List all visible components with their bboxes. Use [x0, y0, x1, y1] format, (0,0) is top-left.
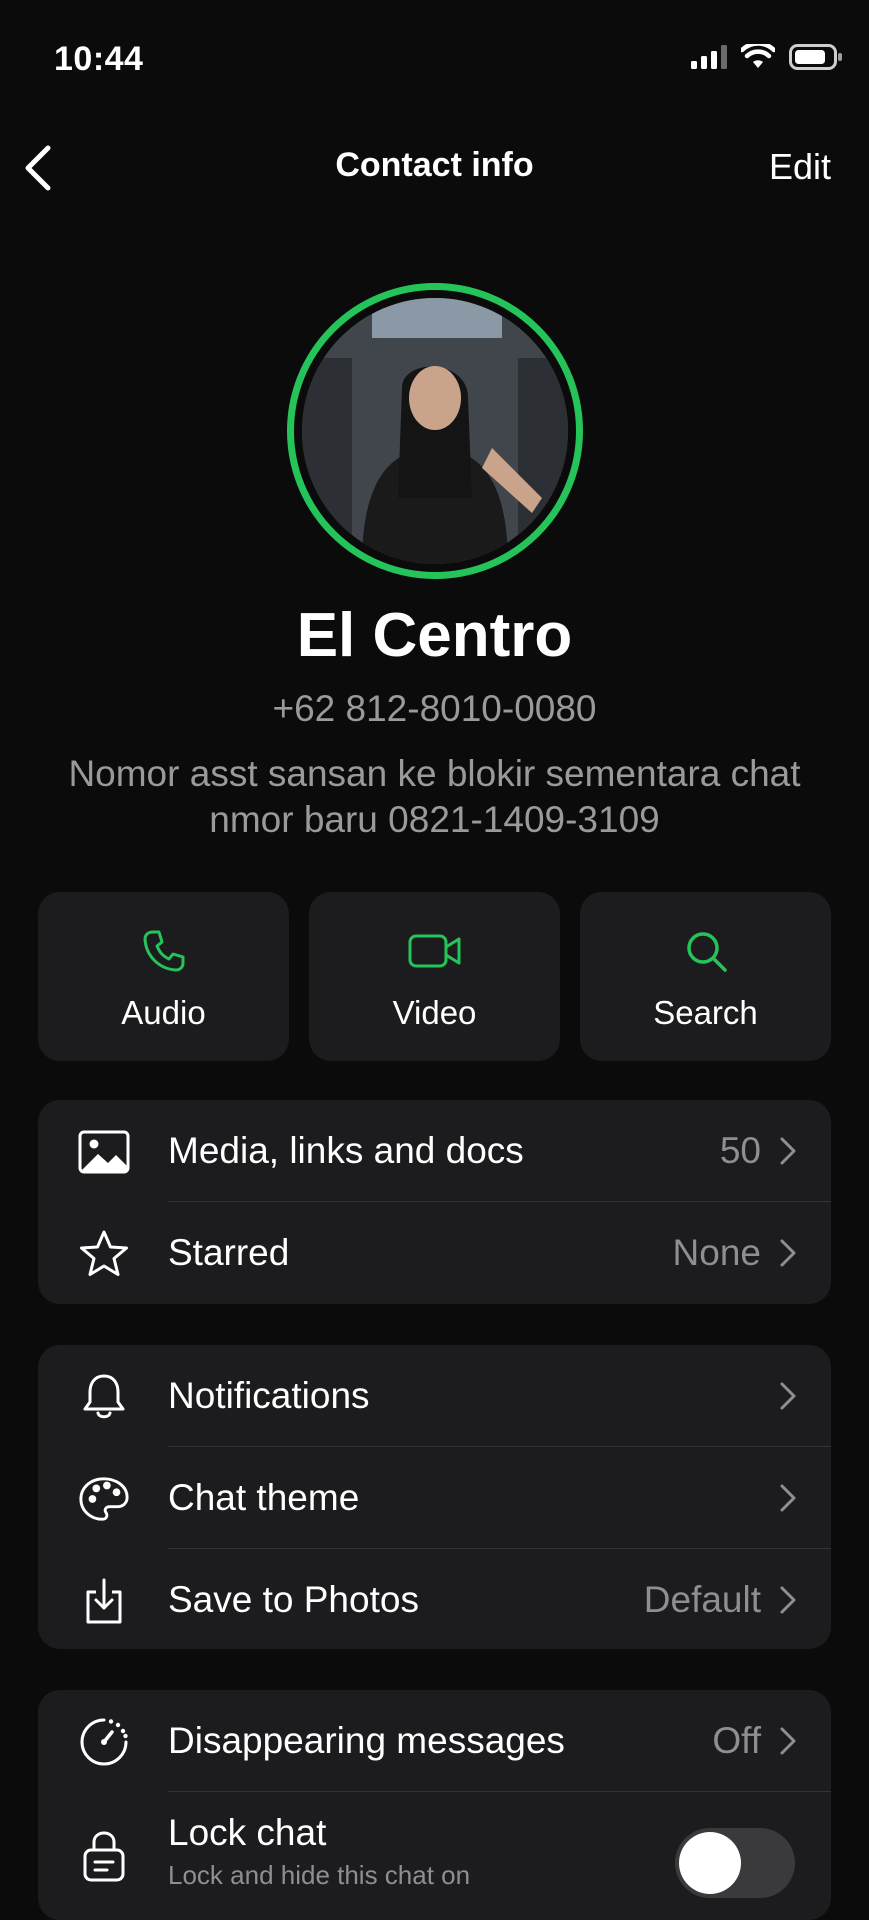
starred-row[interactable]: Starred None	[38, 1202, 831, 1304]
settings-group: Notifications Chat theme Save to Photos	[38, 1345, 831, 1649]
audio-call-button[interactable]: Audio	[38, 892, 289, 1061]
status-icons	[691, 44, 843, 70]
media-count: 50	[719, 1130, 761, 1171]
save-to-photos-row[interactable]: Save to Photos Default	[38, 1549, 831, 1649]
video-call-button[interactable]: Video	[309, 892, 560, 1061]
phone-icon	[143, 930, 184, 972]
contact-phone: +62 812-8010-0080	[272, 688, 597, 729]
notifications-row[interactable]: Notifications	[38, 1345, 831, 1447]
disappearing-messages-value: Off	[712, 1720, 761, 1761]
chat-theme-label: Chat theme	[168, 1477, 360, 1518]
status-time: 10:44	[54, 40, 144, 78]
chat-theme-row[interactable]: Chat theme	[38, 1447, 831, 1549]
avatar-photo-art	[302, 298, 568, 564]
palette-icon	[79, 1477, 129, 1521]
search-label: Search	[653, 994, 758, 1031]
contact-name: El Centro	[296, 601, 573, 670]
timer-icon	[80, 1718, 128, 1766]
search-button[interactable]: Search	[580, 892, 831, 1061]
starred-label: Starred	[168, 1232, 290, 1273]
search-icon	[686, 932, 727, 972]
save-to-photos-label: Save to Photos	[168, 1579, 419, 1620]
audio-label: Audio	[121, 994, 206, 1031]
disappearing-messages-label: Disappearing messages	[168, 1720, 565, 1761]
edit-button[interactable]: Edit	[769, 146, 831, 188]
video-label: Video	[392, 994, 477, 1031]
chevron-right-icon	[780, 1484, 796, 1512]
notifications-label: Notifications	[168, 1375, 370, 1416]
disappearing-messages-row[interactable]: Disappearing messages Off	[38, 1690, 831, 1792]
chevron-right-icon	[780, 1239, 796, 1267]
media-links-docs-label: Media, links and docs	[168, 1130, 524, 1171]
star-icon	[80, 1230, 128, 1276]
wifi-icon	[741, 44, 775, 68]
lock-icon	[83, 1831, 125, 1882]
privacy-group: Disappearing messages Off Lock chat Lock…	[38, 1690, 831, 1920]
lock-chat-row[interactable]: Lock chat Lock and hide this chat on	[38, 1792, 831, 1920]
image-icon	[78, 1130, 130, 1174]
save-to-photos-value: Default	[643, 1579, 761, 1620]
contact-about: Nomor asst sansan ke blokir sementara ch…	[68, 753, 801, 840]
bell-icon	[83, 1374, 125, 1419]
starred-value: None	[672, 1232, 761, 1273]
chevron-right-icon	[780, 1727, 796, 1755]
chevron-right-icon	[780, 1382, 796, 1410]
lock-chat-toggle[interactable]	[675, 1828, 795, 1898]
download-icon	[86, 1578, 122, 1624]
lock-chat-sublabel: Lock and hide this chat on	[168, 1860, 471, 1890]
avatar[interactable]	[287, 283, 583, 579]
chevron-right-icon	[780, 1586, 796, 1614]
chevron-right-icon	[780, 1137, 796, 1165]
video-icon	[408, 934, 460, 968]
avatar-photo	[302, 298, 568, 564]
toggle-knob	[679, 1832, 741, 1894]
page-title: Contact info	[335, 146, 534, 184]
cellular-signal-icon	[691, 45, 727, 69]
battery-icon	[789, 44, 842, 70]
media-links-docs-row[interactable]: Media, links and docs 50	[38, 1100, 831, 1202]
media-starred-group: Media, links and docs 50 Starred None	[38, 1100, 831, 1304]
lock-chat-label: Lock chat	[168, 1812, 327, 1853]
